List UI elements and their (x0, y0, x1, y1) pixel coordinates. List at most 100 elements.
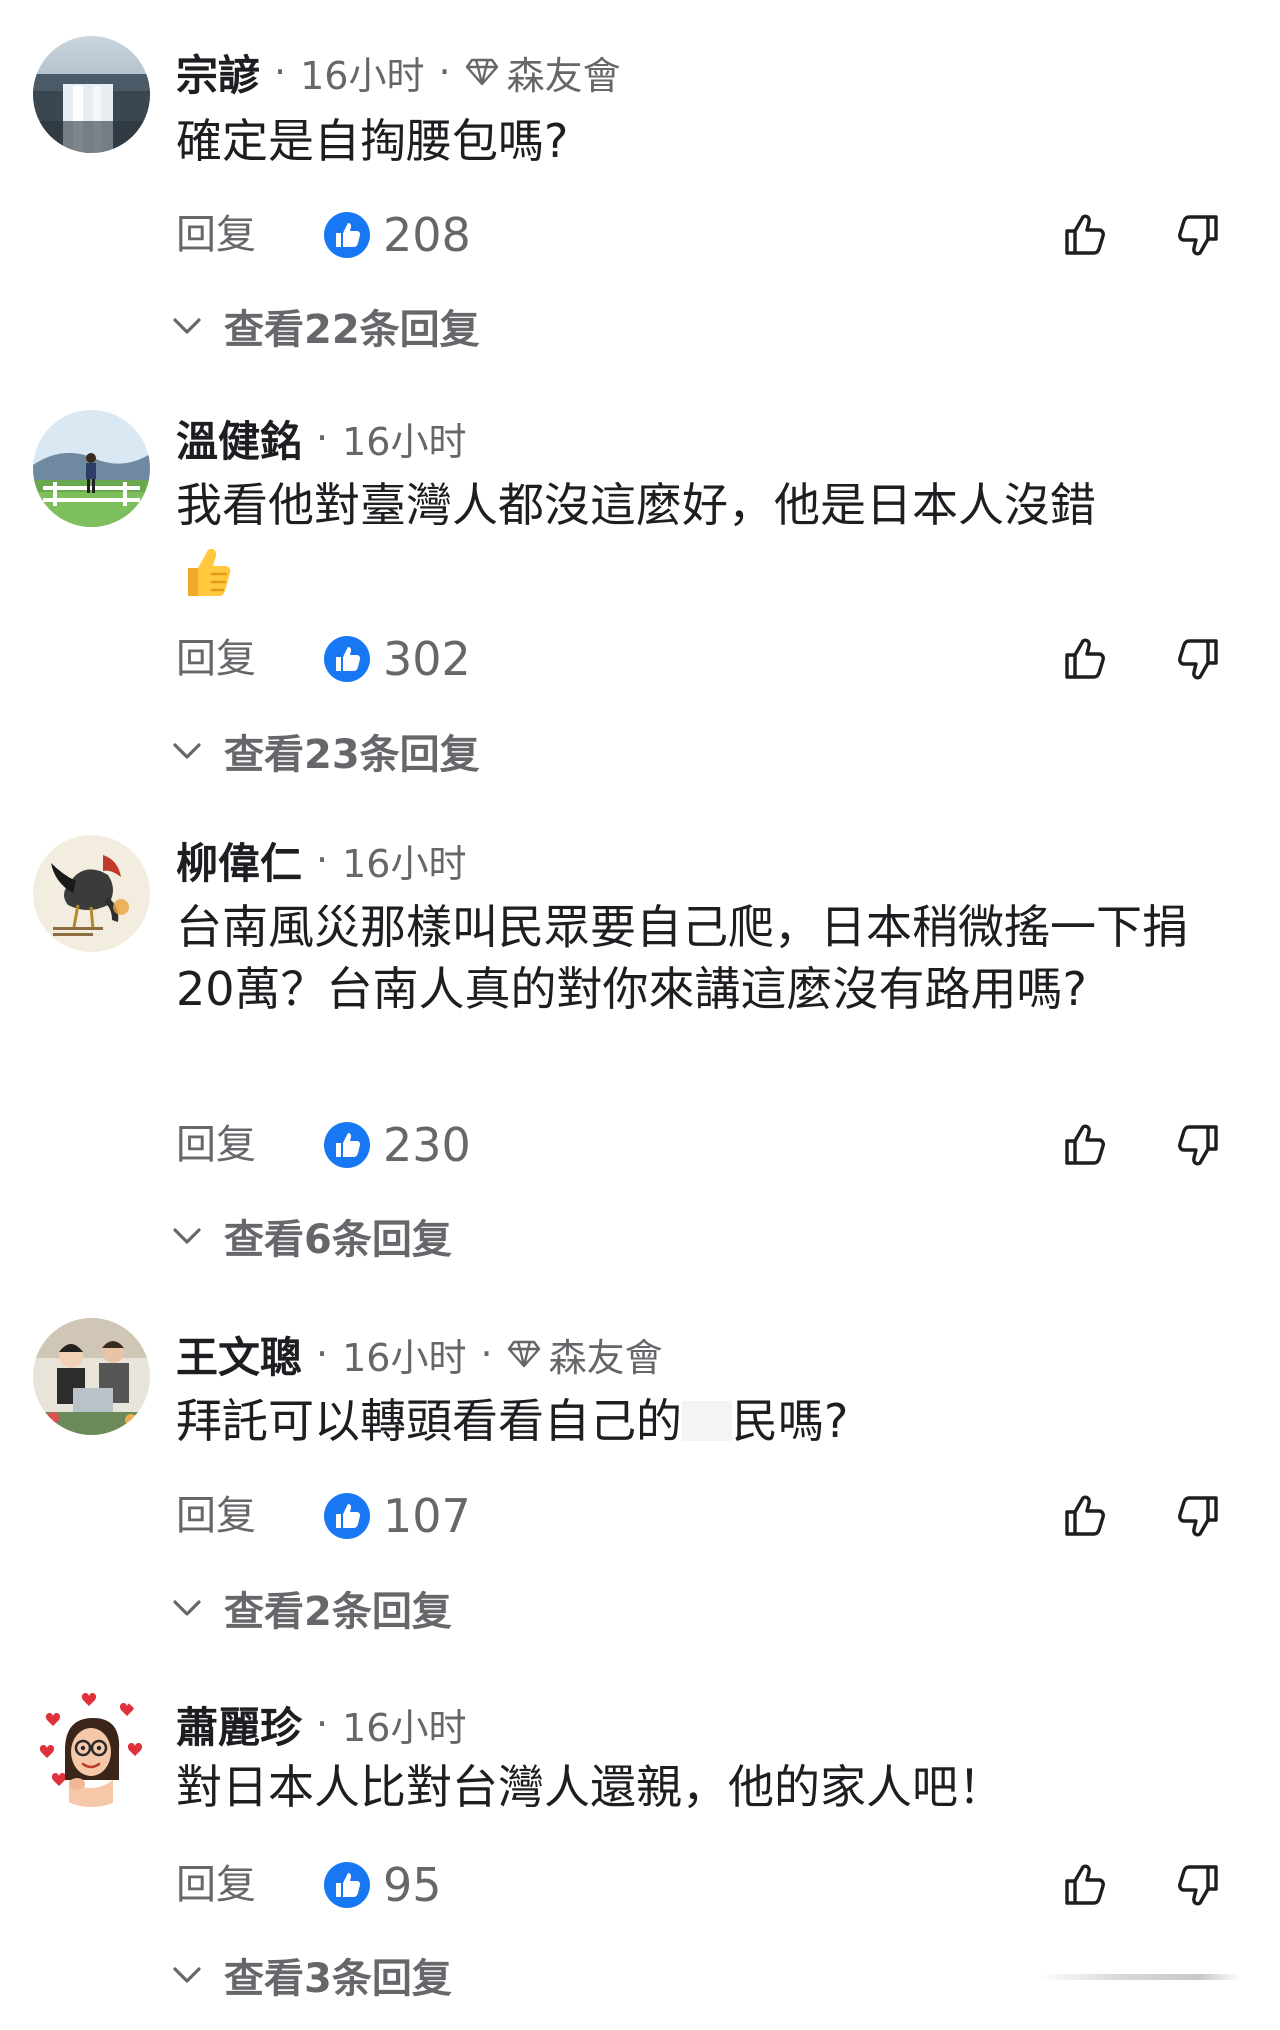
view-replies-label: 查看2条回复 (224, 1589, 452, 1635)
group-badge: 森友會 (465, 45, 621, 100)
thumbs-up-icon (1065, 1495, 1105, 1536)
separator-dot: · (316, 416, 329, 460)
home-indicator (1040, 1974, 1240, 1980)
comment-actions: 回复 302 (0, 627, 1280, 691)
like-count: 230 (383, 1118, 471, 1172)
comment-meta: 蕭麗珍 · 16小时 (176, 1696, 466, 1752)
comment-meta: 宗諺 · 16小时 · 森友會 (176, 44, 621, 100)
reply-button[interactable]: 回复 (176, 1853, 256, 1917)
thumbs-down-icon (1178, 215, 1218, 256)
like-count: 95 (383, 1858, 442, 1912)
chevron-down-icon (173, 318, 201, 334)
avatar[interactable] (33, 835, 150, 952)
timestamp: 16小时 (342, 1705, 467, 1750)
like-button[interactable] (1057, 631, 1113, 687)
separator-dot: · (316, 1332, 329, 1376)
badge-label: 森友會 (548, 1335, 663, 1380)
comment-meta: 王文聰 · 16小时 · 森友會 (176, 1326, 663, 1382)
like-button[interactable] (1057, 207, 1113, 263)
timestamp: 16小时 (342, 419, 467, 464)
avatar[interactable] (33, 36, 150, 153)
author-name[interactable]: 柳偉仁 (176, 830, 302, 891)
like-reaction-icon (324, 1862, 370, 1908)
comment-meta: 溫健銘 · 16小时 (176, 410, 466, 466)
like-count: 107 (383, 1489, 471, 1543)
chevron-down-icon (173, 1228, 201, 1244)
comment-actions: 回复 107 (0, 1484, 1280, 1548)
dislike-button[interactable] (1170, 1117, 1226, 1173)
author-name[interactable]: 蕭麗珍 (176, 1694, 302, 1755)
redacted-text (682, 1401, 732, 1441)
reply-button[interactable]: 回复 (176, 203, 256, 267)
thumbs-down-icon (1178, 1865, 1218, 1906)
comment-text-content: 我看他對臺灣人都沒這麼好，他是日本人沒錯 (176, 478, 1096, 532)
diamond-icon (507, 1340, 540, 1368)
comment-text: 拜託可以轉頭看看自己的 民嗎? (176, 1390, 1236, 1452)
view-replies-label: 查看23条回复 (224, 732, 480, 778)
thumbs-down-icon (1178, 1496, 1218, 1537)
thumbs-up-icon (1065, 1864, 1105, 1905)
comment-text-end: 民嗎? (732, 1394, 849, 1448)
view-replies-button[interactable]: 查看2条回复 (172, 1580, 452, 1636)
like-count-group: 107 (323, 1489, 471, 1543)
comment-text: 確定是自掏腰包嗎? (176, 114, 569, 168)
dislike-button[interactable] (1170, 631, 1226, 687)
separator-dot: · (438, 50, 451, 94)
like-count-group: 95 (323, 1858, 442, 1912)
like-button[interactable] (1057, 1857, 1113, 1913)
separator-dot: · (480, 1332, 493, 1376)
like-reaction-icon (324, 1493, 370, 1539)
comment-text-start: 拜託可以轉頭看看自己的 (176, 1394, 682, 1448)
like-count: 208 (383, 208, 471, 262)
reply-button[interactable]: 回复 (176, 1484, 256, 1548)
dislike-button[interactable] (1170, 207, 1226, 263)
author-name[interactable]: 溫健銘 (176, 408, 302, 469)
like-button[interactable] (1057, 1117, 1113, 1173)
like-count-group: 208 (323, 208, 471, 262)
comment-actions: 回复 95 (0, 1853, 1280, 1917)
chevron-down-icon (173, 1600, 201, 1616)
chevron-down-icon (173, 743, 201, 759)
comment-text: 台南風災那樣叫民眾要自己爬，日本稍微搖一下捐20萬？台南人真的對你來講這麼沒有路… (176, 900, 1188, 1016)
view-replies-button[interactable]: 查看3条回复 (172, 1947, 452, 2003)
view-replies-label: 查看6条回复 (224, 1217, 452, 1263)
reply-button[interactable]: 回复 (176, 1113, 256, 1177)
thumbs-up-icon (1065, 638, 1105, 679)
comment-text: 對日本人比對台灣人還親，他的家人吧！ (176, 1760, 1004, 1814)
thumbs-up-icon (1065, 1124, 1105, 1165)
view-replies-label: 查看3条回复 (224, 1956, 452, 2002)
view-replies-button[interactable]: 查看6条回复 (172, 1208, 452, 1264)
badge-label: 森友會 (506, 53, 621, 98)
like-reaction-icon (324, 212, 370, 258)
dislike-button[interactable] (1170, 1488, 1226, 1544)
chevron-down-icon (173, 1967, 201, 1983)
thumbs-up-emoji (188, 548, 231, 596)
separator-dot: · (316, 1702, 329, 1746)
separator-dot: · (316, 838, 329, 882)
group-badge: 森友會 (507, 1327, 663, 1382)
comment-actions: 回复 208 (0, 203, 1280, 267)
thumbs-up-icon (1065, 214, 1105, 255)
separator-dot: · (274, 50, 287, 94)
like-count-group: 230 (323, 1118, 471, 1172)
avatar[interactable] (33, 410, 150, 527)
author-name[interactable]: 宗諺 (176, 42, 260, 103)
dislike-button[interactable] (1170, 1857, 1226, 1913)
thumbs-down-icon (1178, 639, 1218, 680)
like-reaction-icon (324, 1122, 370, 1168)
like-count: 302 (383, 632, 471, 686)
like-button[interactable] (1057, 1488, 1113, 1544)
timestamp: 16小时 (342, 1335, 467, 1380)
author-name[interactable]: 王文聰 (176, 1324, 302, 1385)
view-replies-button[interactable]: 查看23条回复 (172, 723, 480, 779)
like-reaction-icon (324, 636, 370, 682)
thumbs-down-icon (1178, 1125, 1218, 1166)
view-replies-button[interactable]: 查看22条回复 (172, 298, 480, 354)
avatar[interactable] (33, 1690, 150, 1807)
reply-button[interactable]: 回复 (176, 627, 256, 691)
avatar[interactable] (33, 1318, 150, 1435)
diamond-icon (465, 58, 498, 86)
comment-actions: 回复 230 (0, 1113, 1280, 1177)
comment-meta: 柳偉仁 · 16小时 (176, 832, 466, 888)
timestamp: 16小时 (300, 53, 425, 98)
